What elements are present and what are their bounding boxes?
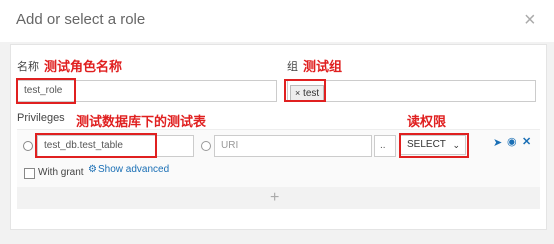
with-grant-checkbox[interactable]: [24, 168, 35, 179]
group-highlight: [284, 79, 326, 102]
circle-radio-icon[interactable]: [201, 141, 211, 151]
with-grant-label: With grant: [38, 167, 84, 178]
close-icon[interactable]: ×: [524, 10, 536, 30]
send-icon[interactable]: ➤: [493, 136, 502, 149]
name-annotation: 测试角色名称: [44, 59, 123, 74]
close-icon[interactable]: ✕: [522, 135, 531, 148]
access-highlight: [399, 133, 469, 158]
browse-button[interactable]: ..: [374, 135, 396, 157]
db-annotation: 测试数据库下的测试表: [76, 114, 207, 129]
name-highlight: [16, 78, 76, 104]
name-label: 名称: [17, 61, 39, 73]
check-circle-icon[interactable]: [23, 141, 33, 151]
uri-input[interactable]: URI: [214, 135, 372, 157]
show-advanced-link[interactable]: Show advanced: [98, 164, 169, 175]
db-highlight: [35, 133, 157, 158]
plus-icon[interactable]: +: [270, 189, 279, 207]
dialog-title: Add or select a role: [16, 11, 146, 28]
group-annotation: 测试组: [303, 59, 343, 74]
gear-icon[interactable]: ⚙: [88, 164, 97, 175]
privileges-label: Privileges: [17, 112, 65, 124]
access-annotation: 读权限: [407, 114, 447, 129]
group-label: 组: [287, 61, 298, 73]
eye-icon[interactable]: ◉: [507, 135, 517, 148]
modal-header: Add or select a role ×: [0, 0, 554, 42]
